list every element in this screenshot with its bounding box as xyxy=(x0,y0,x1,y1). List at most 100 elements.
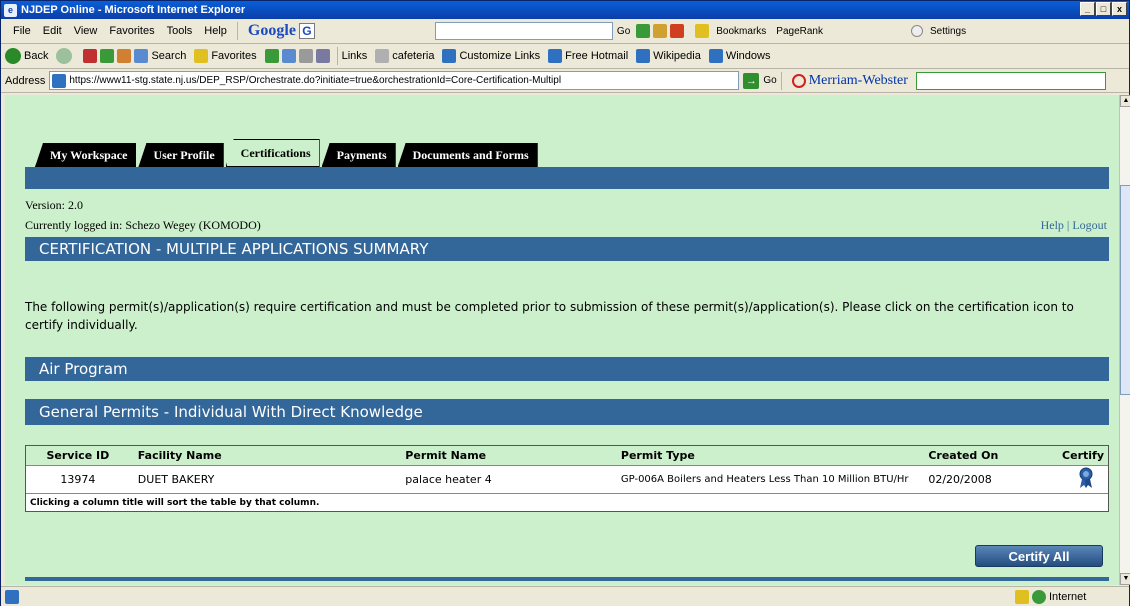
forward-button[interactable] xyxy=(56,48,75,64)
back-button[interactable]: Back xyxy=(5,48,48,64)
intro-text: The following permit(s)/application(s) r… xyxy=(25,300,1074,332)
mw-logo-icon xyxy=(791,73,806,88)
section-air-program: Air Program xyxy=(25,357,1109,381)
google-go-button[interactable]: Go xyxy=(617,26,630,37)
popup-icon[interactable] xyxy=(670,24,685,38)
ie-page-icon xyxy=(636,49,651,63)
col-service-id[interactable]: Service ID xyxy=(26,449,130,462)
link-customize-links[interactable]: Customize Links xyxy=(442,49,540,63)
ie-page-icon xyxy=(708,49,723,63)
address-bar: Address https://www11-stg.state.nj.us/DE… xyxy=(1,69,1129,93)
mw-search-input[interactable] xyxy=(915,71,1106,90)
footer-bar xyxy=(25,577,1109,581)
col-permit-name[interactable]: Permit Name xyxy=(395,449,611,462)
scroll-up-icon[interactable]: ▲ xyxy=(1120,95,1130,107)
help-link[interactable]: Help xyxy=(1041,218,1064,232)
back-arrow-icon xyxy=(5,48,21,64)
address-input[interactable]: https://www11-stg.state.nj.us/DEP_RSP/Or… xyxy=(49,71,740,90)
col-permit-type[interactable]: Permit Type xyxy=(611,449,918,462)
home-icon[interactable] xyxy=(117,49,132,63)
scroll-down-icon[interactable]: ▼ xyxy=(1120,573,1130,585)
ie-page-icon xyxy=(442,49,457,63)
header-bar xyxy=(25,167,1109,189)
address-url: https://www11-stg.state.nj.us/DEP_RSP/Or… xyxy=(69,75,562,86)
pagerank-button[interactable]: PageRank xyxy=(776,26,823,37)
google-search-input[interactable] xyxy=(434,22,613,40)
media-icon[interactable] xyxy=(264,49,279,63)
link-windows-label: Windows xyxy=(725,50,771,62)
link-wikipedia[interactable]: Wikipedia xyxy=(636,49,701,63)
menu-favorites[interactable]: Favorites xyxy=(103,25,160,37)
link-cafeteria-label: cafeteria xyxy=(392,50,435,62)
menu-help[interactable]: Help xyxy=(198,25,233,37)
back-label: Back xyxy=(24,50,49,62)
certify-all-button[interactable]: Certify All xyxy=(975,545,1103,567)
tab-my-workspace[interactable]: My Workspace xyxy=(35,143,137,167)
settings-icon xyxy=(910,25,923,37)
bookmarks-button[interactable]: Bookmarks xyxy=(716,26,766,37)
close-button[interactable]: x xyxy=(1112,2,1127,16)
ie-icon: e xyxy=(4,3,17,17)
vertical-scrollbar[interactable]: ▲ ▼ xyxy=(1119,95,1130,585)
menu-tools[interactable]: Tools xyxy=(161,25,199,37)
link-wikipedia-label: Wikipedia xyxy=(653,50,701,62)
google-g-icon[interactable]: G xyxy=(298,23,315,39)
logged-in-text: Currently logged in: Schezo Wegey (KOMOD… xyxy=(25,218,261,232)
version-text: Version: 2.0 xyxy=(25,198,83,212)
settings-button[interactable]: Settings xyxy=(930,26,966,37)
maximize-button[interactable]: □ xyxy=(1096,2,1111,16)
page-status-icon xyxy=(5,589,19,604)
favorites-button[interactable]: Favorites xyxy=(194,49,257,63)
scroll-thumb[interactable] xyxy=(1120,185,1130,395)
menu-view[interactable]: View xyxy=(68,25,104,37)
col-facility-name[interactable]: Facility Name xyxy=(130,449,396,462)
separator xyxy=(780,71,782,90)
menu-edit[interactable]: Edit xyxy=(37,25,68,37)
link-free-hotmail[interactable]: Free Hotmail xyxy=(548,49,628,63)
link-customize-label: Customize Links xyxy=(459,50,541,62)
mw-label: Merriam-Webster xyxy=(808,72,908,88)
stop-icon[interactable] xyxy=(83,49,98,63)
puzzle-icon[interactable] xyxy=(653,24,668,38)
refresh-icon[interactable] xyxy=(100,49,115,63)
tab-certifications[interactable]: Certifications xyxy=(225,139,320,167)
lock-icon xyxy=(1015,589,1029,604)
tab-user-profile[interactable]: User Profile xyxy=(138,143,224,167)
tab-payments[interactable]: Payments xyxy=(321,143,396,167)
separator xyxy=(236,22,238,40)
favorites-star-icon xyxy=(194,49,209,63)
col-created-on[interactable]: Created On xyxy=(918,449,1028,462)
title-bar: e NJDEP Online - Microsoft Internet Expl… xyxy=(1,1,1129,19)
permits-table: Service ID Facility Name Permit Name Per… xyxy=(25,445,1109,512)
cell-service-id: 13974 xyxy=(60,473,96,486)
col-certify[interactable]: Certify xyxy=(1028,449,1108,462)
tab-bar: My Workspace User Profile Certifications… xyxy=(35,139,540,167)
link-windows[interactable]: Windows xyxy=(708,49,771,63)
mail-icon[interactable] xyxy=(281,49,296,63)
cell-permit-type: GP-006A Boilers and Heaters Less Than 10… xyxy=(620,474,909,485)
favorites-label: Favorites xyxy=(211,50,257,62)
link-cafeteria[interactable]: cafeteria xyxy=(375,49,434,63)
table-row: 13974 DUET BAKERY palace heater 4 GP-006… xyxy=(26,466,1108,494)
minimize-button[interactable]: _ xyxy=(1080,2,1095,16)
go-arrow-icon[interactable]: → xyxy=(743,72,760,89)
menu-file[interactable]: File xyxy=(7,25,37,37)
news-icon[interactable] xyxy=(636,24,651,38)
zone-label: Internet xyxy=(1049,590,1087,603)
print-icon[interactable] xyxy=(298,49,313,63)
ribbon-icon[interactable] xyxy=(1028,467,1108,492)
table-header: Service ID Facility Name Permit Name Per… xyxy=(26,446,1108,466)
tab-documents-and-forms[interactable]: Documents and Forms xyxy=(397,143,538,167)
go-button[interactable]: Go xyxy=(763,75,776,86)
merriam-webster-button[interactable]: Merriam-Webster xyxy=(791,72,908,89)
table-note: Clicking a column title will sort the ta… xyxy=(26,494,1108,511)
search-button[interactable]: Search xyxy=(134,49,186,63)
menu-bar: File Edit View Favorites Tools Help Goog… xyxy=(1,19,1129,44)
search-icon xyxy=(134,49,149,63)
address-label: Address xyxy=(5,74,46,87)
cell-permit-name: palace heater 4 xyxy=(405,473,492,486)
browser-window: e NJDEP Online - Microsoft Internet Expl… xyxy=(0,0,1130,606)
logout-link[interactable]: Logout xyxy=(1072,218,1107,232)
forward-arrow-icon xyxy=(56,48,73,64)
edit-icon[interactable] xyxy=(315,49,330,63)
